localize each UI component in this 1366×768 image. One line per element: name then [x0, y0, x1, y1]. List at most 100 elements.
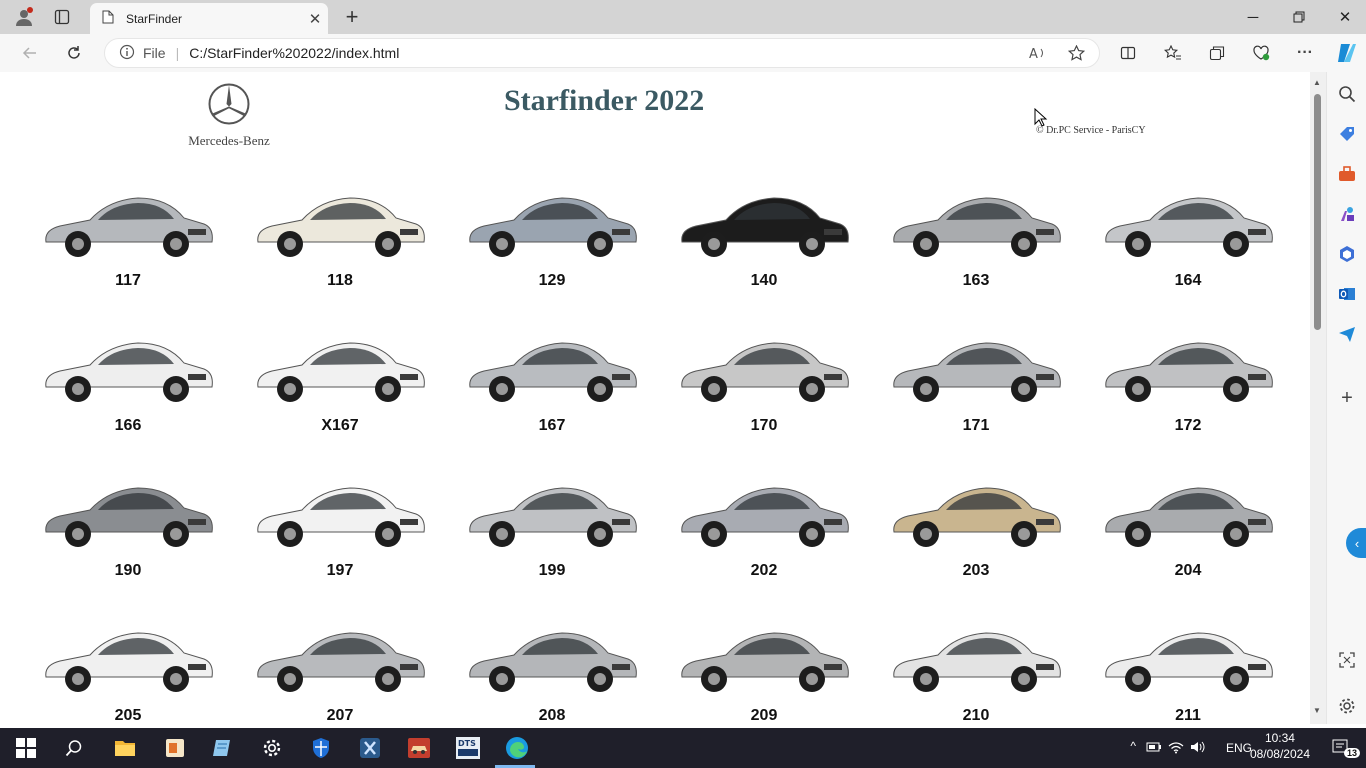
- scroll-down-icon[interactable]: ▼: [1313, 706, 1321, 715]
- info-icon[interactable]: [119, 44, 135, 63]
- new-tab-button[interactable]: +: [338, 4, 366, 30]
- shopping-tag-icon[interactable]: [1335, 122, 1359, 146]
- car-image[interactable]: [1098, 172, 1278, 272]
- model-label[interactable]: 190: [22, 562, 234, 580]
- model-card[interactable]: 209: [658, 587, 870, 724]
- model-label[interactable]: 163: [870, 272, 1082, 290]
- model-label[interactable]: 171: [870, 417, 1082, 435]
- model-card[interactable]: 118: [234, 152, 446, 302]
- profile-icon[interactable]: [10, 4, 38, 30]
- read-aloud-icon[interactable]: A: [1029, 45, 1047, 64]
- car-image[interactable]: [674, 172, 854, 272]
- back-button[interactable]: [16, 40, 44, 66]
- tools-icon[interactable]: [1335, 162, 1359, 186]
- scroll-up-icon[interactable]: ▲: [1313, 78, 1321, 87]
- car-image[interactable]: [462, 462, 642, 562]
- model-label[interactable]: 209: [658, 707, 870, 724]
- model-label[interactable]: 197: [234, 562, 446, 580]
- browser-essentials-icon[interactable]: [1247, 40, 1275, 66]
- model-card[interactable]: 203: [870, 442, 1082, 592]
- model-label[interactable]: 164: [1082, 272, 1294, 290]
- search-icon[interactable]: [60, 734, 88, 762]
- model-label[interactable]: 117: [22, 272, 234, 290]
- model-label[interactable]: 207: [234, 707, 446, 724]
- model-label[interactable]: 202: [658, 562, 870, 580]
- model-card[interactable]: 208: [446, 587, 658, 724]
- close-window-button[interactable]: ✕: [1322, 0, 1366, 34]
- model-card[interactable]: 204: [1082, 442, 1294, 592]
- more-menu-icon[interactable]: ···: [1291, 40, 1319, 66]
- split-screen-icon[interactable]: [1114, 40, 1142, 66]
- car-image[interactable]: [886, 172, 1066, 272]
- model-card[interactable]: 207: [234, 587, 446, 724]
- clock[interactable]: 10:34 08/08/2024: [1250, 731, 1310, 761]
- car-image[interactable]: [250, 607, 430, 707]
- model-card[interactable]: 199: [446, 442, 658, 592]
- model-label[interactable]: 170: [658, 417, 870, 435]
- search-icon[interactable]: [1335, 82, 1359, 106]
- car-image[interactable]: [38, 317, 218, 417]
- car-image[interactable]: [462, 172, 642, 272]
- minimize-button[interactable]: ─: [1230, 0, 1276, 34]
- car-image[interactable]: [250, 172, 430, 272]
- language-indicator[interactable]: ENG: [1226, 741, 1252, 755]
- model-card[interactable]: 211: [1082, 587, 1294, 724]
- model-label[interactable]: 140: [658, 272, 870, 290]
- model-label[interactable]: 203: [870, 562, 1082, 580]
- model-card[interactable]: 164: [1082, 152, 1294, 302]
- model-label[interactable]: 205: [22, 707, 234, 724]
- tab-starfinder[interactable]: StarFinder ✕: [90, 3, 328, 34]
- car-image[interactable]: [1098, 462, 1278, 562]
- restore-button[interactable]: [1276, 0, 1322, 34]
- model-card[interactable]: 163: [870, 152, 1082, 302]
- car-image[interactable]: [886, 607, 1066, 707]
- model-label[interactable]: 167: [446, 417, 658, 435]
- car-image[interactable]: [38, 607, 218, 707]
- car-image[interactable]: [38, 172, 218, 272]
- car-image[interactable]: [250, 317, 430, 417]
- car-image[interactable]: [462, 607, 642, 707]
- start-windows-icon[interactable]: [12, 734, 40, 762]
- car-image[interactable]: [1098, 317, 1278, 417]
- model-card[interactable]: 166: [22, 297, 234, 447]
- favorites-icon[interactable]: [1159, 40, 1187, 66]
- car-image[interactable]: [462, 317, 642, 417]
- url-field[interactable]: File | C:/StarFinder%202022/index.html A: [104, 38, 1100, 68]
- car-diagnostics-icon[interactable]: [405, 734, 433, 762]
- model-card[interactable]: 197: [234, 442, 446, 592]
- model-label[interactable]: X167: [234, 417, 446, 435]
- edge-browser-icon[interactable]: [503, 734, 531, 762]
- wifi-icon[interactable]: [1168, 740, 1184, 757]
- tab-actions-icon[interactable]: [48, 4, 76, 30]
- model-label[interactable]: 208: [446, 707, 658, 724]
- scroll-thumb[interactable]: [1314, 94, 1321, 330]
- model-card[interactable]: 202: [658, 442, 870, 592]
- model-card[interactable]: X167: [234, 297, 446, 447]
- security-shield-icon[interactable]: [307, 734, 335, 762]
- model-card[interactable]: 205: [22, 587, 234, 724]
- model-card[interactable]: 167: [446, 297, 658, 447]
- microsoft-365-icon[interactable]: [1335, 242, 1359, 266]
- notepad-icon[interactable]: [209, 734, 237, 762]
- model-label[interactable]: 204: [1082, 562, 1294, 580]
- model-label[interactable]: 118: [234, 272, 446, 290]
- car-image[interactable]: [886, 317, 1066, 417]
- model-card[interactable]: 170: [658, 297, 870, 447]
- model-card[interactable]: 190: [22, 442, 234, 592]
- model-label[interactable]: 211: [1082, 707, 1294, 724]
- car-image[interactable]: [1098, 607, 1278, 707]
- model-label[interactable]: 129: [446, 272, 658, 290]
- vertical-scrollbar[interactable]: ▲ ▼: [1310, 72, 1326, 724]
- model-card[interactable]: 171: [870, 297, 1082, 447]
- model-label[interactable]: 199: [446, 562, 658, 580]
- volume-icon[interactable]: [1190, 740, 1206, 757]
- car-image[interactable]: [886, 462, 1066, 562]
- settings-gear-icon[interactable]: [1335, 694, 1359, 718]
- screenshot-icon[interactable]: [1335, 648, 1359, 672]
- model-label[interactable]: 210: [870, 707, 1082, 724]
- model-label[interactable]: 166: [22, 417, 234, 435]
- car-image[interactable]: [674, 317, 854, 417]
- file-explorer-icon[interactable]: [111, 734, 139, 762]
- model-card[interactable]: 117: [22, 152, 234, 302]
- close-tab-icon[interactable]: ✕: [302, 10, 328, 28]
